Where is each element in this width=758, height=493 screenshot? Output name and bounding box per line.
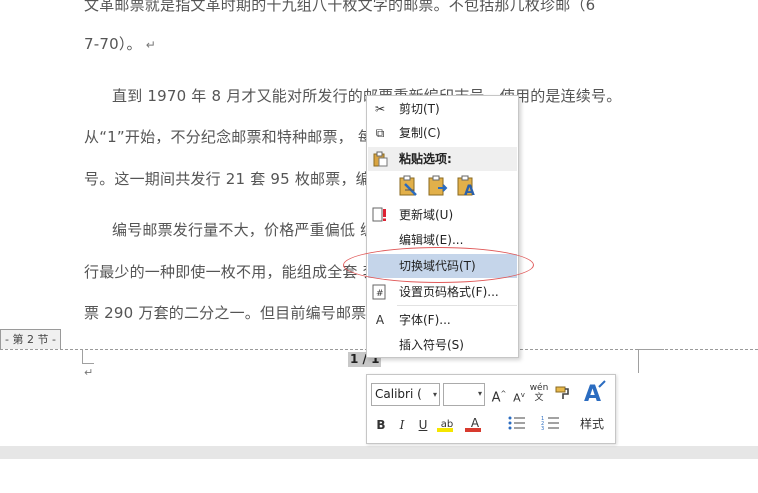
format-painter-icon[interactable] bbox=[553, 384, 573, 404]
paragraph-mark: ↵ bbox=[145, 38, 157, 52]
font-size-field[interactable]: ▾ bbox=[443, 383, 485, 406]
mini-toolbar: Calibri ( ▾ ▾ A^ Av wén 文 A 样式 B I U ab A… bbox=[366, 374, 616, 444]
highlight-color-swatch bbox=[437, 428, 453, 432]
svg-text:#: # bbox=[376, 289, 384, 299]
font-icon: A bbox=[375, 313, 385, 327]
menu-item-insert-symbol[interactable]: 插入符号(S) bbox=[368, 333, 517, 357]
numbering-icon[interactable]: 123 bbox=[539, 415, 563, 435]
styles-icon[interactable]: A bbox=[581, 379, 609, 407]
margin-corner bbox=[638, 349, 664, 350]
paste-keep-formatting-icon[interactable] bbox=[397, 174, 421, 198]
bullets-icon[interactable] bbox=[505, 415, 529, 435]
page-number-format-icon: # bbox=[372, 284, 388, 300]
copy-icon: ⧉ bbox=[375, 126, 385, 140]
menu-separator bbox=[397, 305, 517, 306]
shrink-font-button[interactable]: Av bbox=[509, 385, 529, 405]
grow-font-button[interactable]: A^ bbox=[489, 384, 509, 405]
bold-button[interactable]: B bbox=[371, 415, 391, 435]
menu-section-paste-options: 粘贴选项: bbox=[368, 147, 517, 171]
doc-paragraph: 7-70）。 ↵ bbox=[84, 35, 157, 53]
margin-corner bbox=[638, 349, 639, 373]
annotation-oval bbox=[343, 247, 534, 283]
context-menu: ✂ 剪切(T) ⧉ 复制(C) 粘贴选项: A 更新域(U) 编辑域(E)...… bbox=[366, 95, 519, 358]
update-field-icon bbox=[372, 207, 388, 223]
phonetic-guide-button[interactable]: wén 文 bbox=[529, 383, 549, 403]
menu-item-update-field[interactable]: 更新域(U) bbox=[368, 203, 517, 227]
doc-paragraph: 从“1”开始，不分纪念邮票和特种邮票， 每枚编一个顺序 bbox=[84, 128, 465, 146]
styles-label: 样式 bbox=[580, 417, 605, 431]
italic-button[interactable]: I bbox=[392, 415, 412, 435]
svg-text:A: A bbox=[584, 382, 601, 407]
font-color-button[interactable]: A bbox=[463, 413, 487, 433]
menu-item-cut[interactable]: ✂ 剪切(T) bbox=[368, 97, 517, 121]
section-label: - 第 2 节 - bbox=[0, 329, 61, 349]
scissors-icon: ✂ bbox=[374, 102, 386, 116]
font-name-field[interactable]: Calibri ( ▾ bbox=[371, 383, 440, 406]
chevron-down-icon: ▾ bbox=[477, 389, 482, 398]
paste-text-only-icon[interactable]: A bbox=[455, 174, 479, 199]
margin-corner bbox=[82, 363, 94, 364]
margin-corner bbox=[82, 349, 83, 364]
underline-button[interactable]: U bbox=[413, 415, 433, 435]
paste-icon bbox=[372, 151, 388, 167]
menu-item-font[interactable]: A 字体(F)... bbox=[368, 308, 517, 332]
font-color-swatch bbox=[465, 428, 481, 432]
doc-paragraph: 文革邮票就是指文革时期的十九组八十枚文字的邮票。不包括那几枚珍邮（6 bbox=[84, 0, 596, 14]
highlight-button[interactable]: ab bbox=[435, 413, 459, 433]
paste-merge-formatting-icon[interactable] bbox=[426, 174, 450, 198]
chevron-down-icon: ▾ bbox=[432, 390, 437, 399]
svg-text:A: A bbox=[464, 183, 475, 198]
doc-paragraph: 票 290 万套的二分之一。但目前编号邮票 格却出现严重倒 bbox=[84, 304, 478, 322]
document-page-next bbox=[0, 459, 758, 493]
page-gap bbox=[0, 446, 758, 459]
menu-item-format-page-numbers[interactable]: # 设置页码格式(F)... bbox=[368, 280, 517, 304]
paragraph-mark: ↵ bbox=[84, 366, 94, 379]
menu-item-copy[interactable]: ⧉ 复制(C) bbox=[368, 121, 517, 145]
doc-paragraph: 号。这一期间共发行 21 套 95 枚邮票，编 4）。↵ bbox=[84, 168, 644, 189]
svg-text:3: 3 bbox=[541, 426, 544, 431]
